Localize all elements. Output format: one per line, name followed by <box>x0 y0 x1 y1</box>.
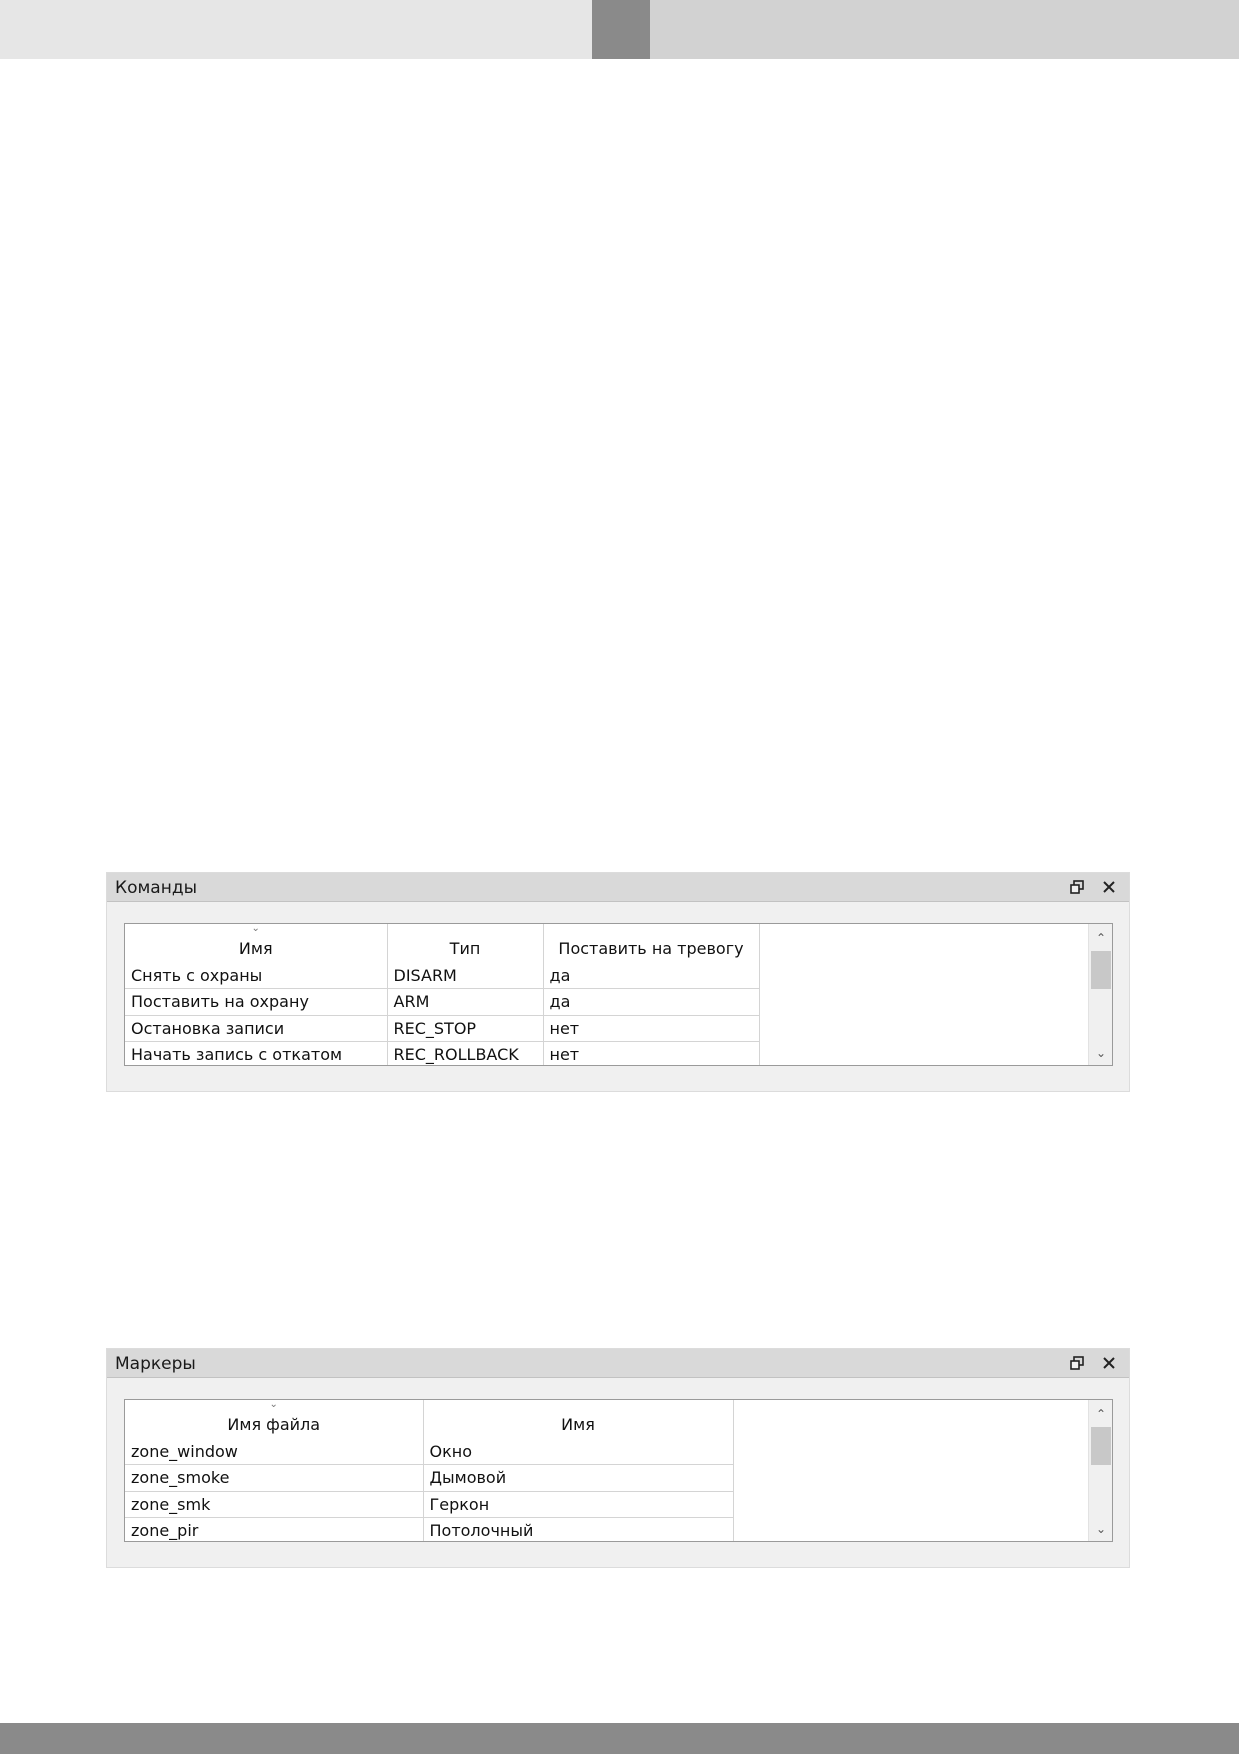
page-header-left <box>0 0 592 59</box>
cell-filename: zone_smoke <box>125 1464 424 1492</box>
column-header-filename[interactable]: ⌄ Имя файла <box>125 1399 424 1438</box>
column-header-name[interactable]: Имя <box>423 1400 734 1438</box>
cell-name: Поставить на охрану <box>125 988 388 1016</box>
markers-panel-controls <box>1067 1353 1119 1373</box>
cell-alarm: нет <box>543 1015 760 1042</box>
cell-name: Потолочный <box>423 1517 734 1541</box>
vertical-scrollbar[interactable]: ⌃ ⌄ <box>1088 924 1112 1065</box>
restore-window-icon[interactable] <box>1067 1353 1087 1373</box>
column-header-label: Имя <box>238 939 273 958</box>
table-row[interactable]: Начать запись с откатом REC_ROLLBACK нет <box>125 1041 760 1065</box>
cell-filename: zone_pir <box>125 1517 424 1541</box>
markers-table-header: ⌄ Имя файла Имя <box>125 1399 734 1438</box>
cell-type: DISARM <box>387 962 544 989</box>
close-icon[interactable] <box>1099 1353 1119 1373</box>
commands-table[interactable]: ⌄ Имя Тип Поставить на тревогу Снять с о… <box>124 923 1113 1066</box>
column-header-type[interactable]: Тип <box>387 924 544 962</box>
commands-panel-controls <box>1067 877 1119 897</box>
cell-filename: zone_smk <box>125 1491 424 1518</box>
chevron-up-icon[interactable]: ⌃ <box>1089 928 1112 948</box>
table-row[interactable]: Поставить на охрану ARM да <box>125 988 760 1016</box>
cell-filename: zone_window <box>125 1438 424 1465</box>
scroll-thumb[interactable] <box>1091 951 1111 989</box>
page-header-accent <box>592 0 650 59</box>
markers-panel-titlebar[interactable]: Маркеры <box>107 1349 1129 1378</box>
scroll-thumb[interactable] <box>1091 1427 1111 1465</box>
page-footer-bar <box>0 1723 1239 1754</box>
cell-name: Снять с охраны <box>125 962 388 989</box>
table-row[interactable]: zone_pir Потолочный <box>125 1517 734 1541</box>
column-header-name[interactable]: ⌄ Имя <box>125 923 388 962</box>
cell-name: Окно <box>423 1438 734 1465</box>
column-header-label: Имя <box>561 1415 595 1434</box>
column-header-alarm[interactable]: Поставить на тревогу <box>543 924 760 962</box>
cell-type: REC_ROLLBACK <box>387 1041 544 1065</box>
table-row[interactable]: zone_window Окно <box>125 1438 734 1465</box>
cell-alarm: нет <box>543 1041 760 1065</box>
cell-type: ARM <box>387 988 544 1016</box>
page-header-right <box>650 0 1239 59</box>
chevron-down-icon[interactable]: ⌄ <box>1089 1043 1112 1063</box>
cell-alarm: да <box>543 988 760 1016</box>
column-header-label: Имя файла <box>227 1415 321 1434</box>
sort-indicator-icon: ⌄ <box>269 1399 278 1410</box>
cell-name: Геркон <box>423 1491 734 1518</box>
table-row[interactable]: Снять с охраны DISARM да <box>125 962 760 989</box>
markers-panel: Маркеры ⌄ Имя файла Имя zone_window Окно… <box>106 1348 1130 1568</box>
commands-panel-titlebar[interactable]: Команды <box>107 873 1129 902</box>
close-icon[interactable] <box>1099 877 1119 897</box>
cell-name: Начать запись с откатом <box>125 1041 388 1065</box>
cell-name: Дымовой <box>423 1464 734 1492</box>
chevron-up-icon[interactable]: ⌃ <box>1089 1404 1112 1424</box>
sort-indicator-icon: ⌄ <box>251 923 260 934</box>
restore-window-icon[interactable] <box>1067 877 1087 897</box>
commands-panel-title: Команды <box>115 878 198 898</box>
chevron-down-icon[interactable]: ⌄ <box>1089 1519 1112 1539</box>
markers-panel-title: Маркеры <box>115 1354 196 1374</box>
table-row[interactable]: zone_smk Геркон <box>125 1491 734 1518</box>
column-header-label: Поставить на тревогу <box>558 939 744 958</box>
cell-type: REC_STOP <box>387 1015 544 1042</box>
markers-table[interactable]: ⌄ Имя файла Имя zone_window Окно zone_sm… <box>124 1399 1113 1542</box>
table-row[interactable]: Остановка записи REC_STOP нет <box>125 1015 760 1042</box>
vertical-scrollbar[interactable]: ⌃ ⌄ <box>1088 1400 1112 1541</box>
commands-table-header: ⌄ Имя Тип Поставить на тревогу <box>125 923 760 962</box>
cell-name: Остановка записи <box>125 1015 388 1042</box>
cell-alarm: да <box>543 962 760 989</box>
table-row[interactable]: zone_smoke Дымовой <box>125 1464 734 1492</box>
column-header-label: Тип <box>449 939 481 958</box>
commands-panel: Команды ⌄ Имя Тип Поставить на тревогу С… <box>106 872 1130 1092</box>
